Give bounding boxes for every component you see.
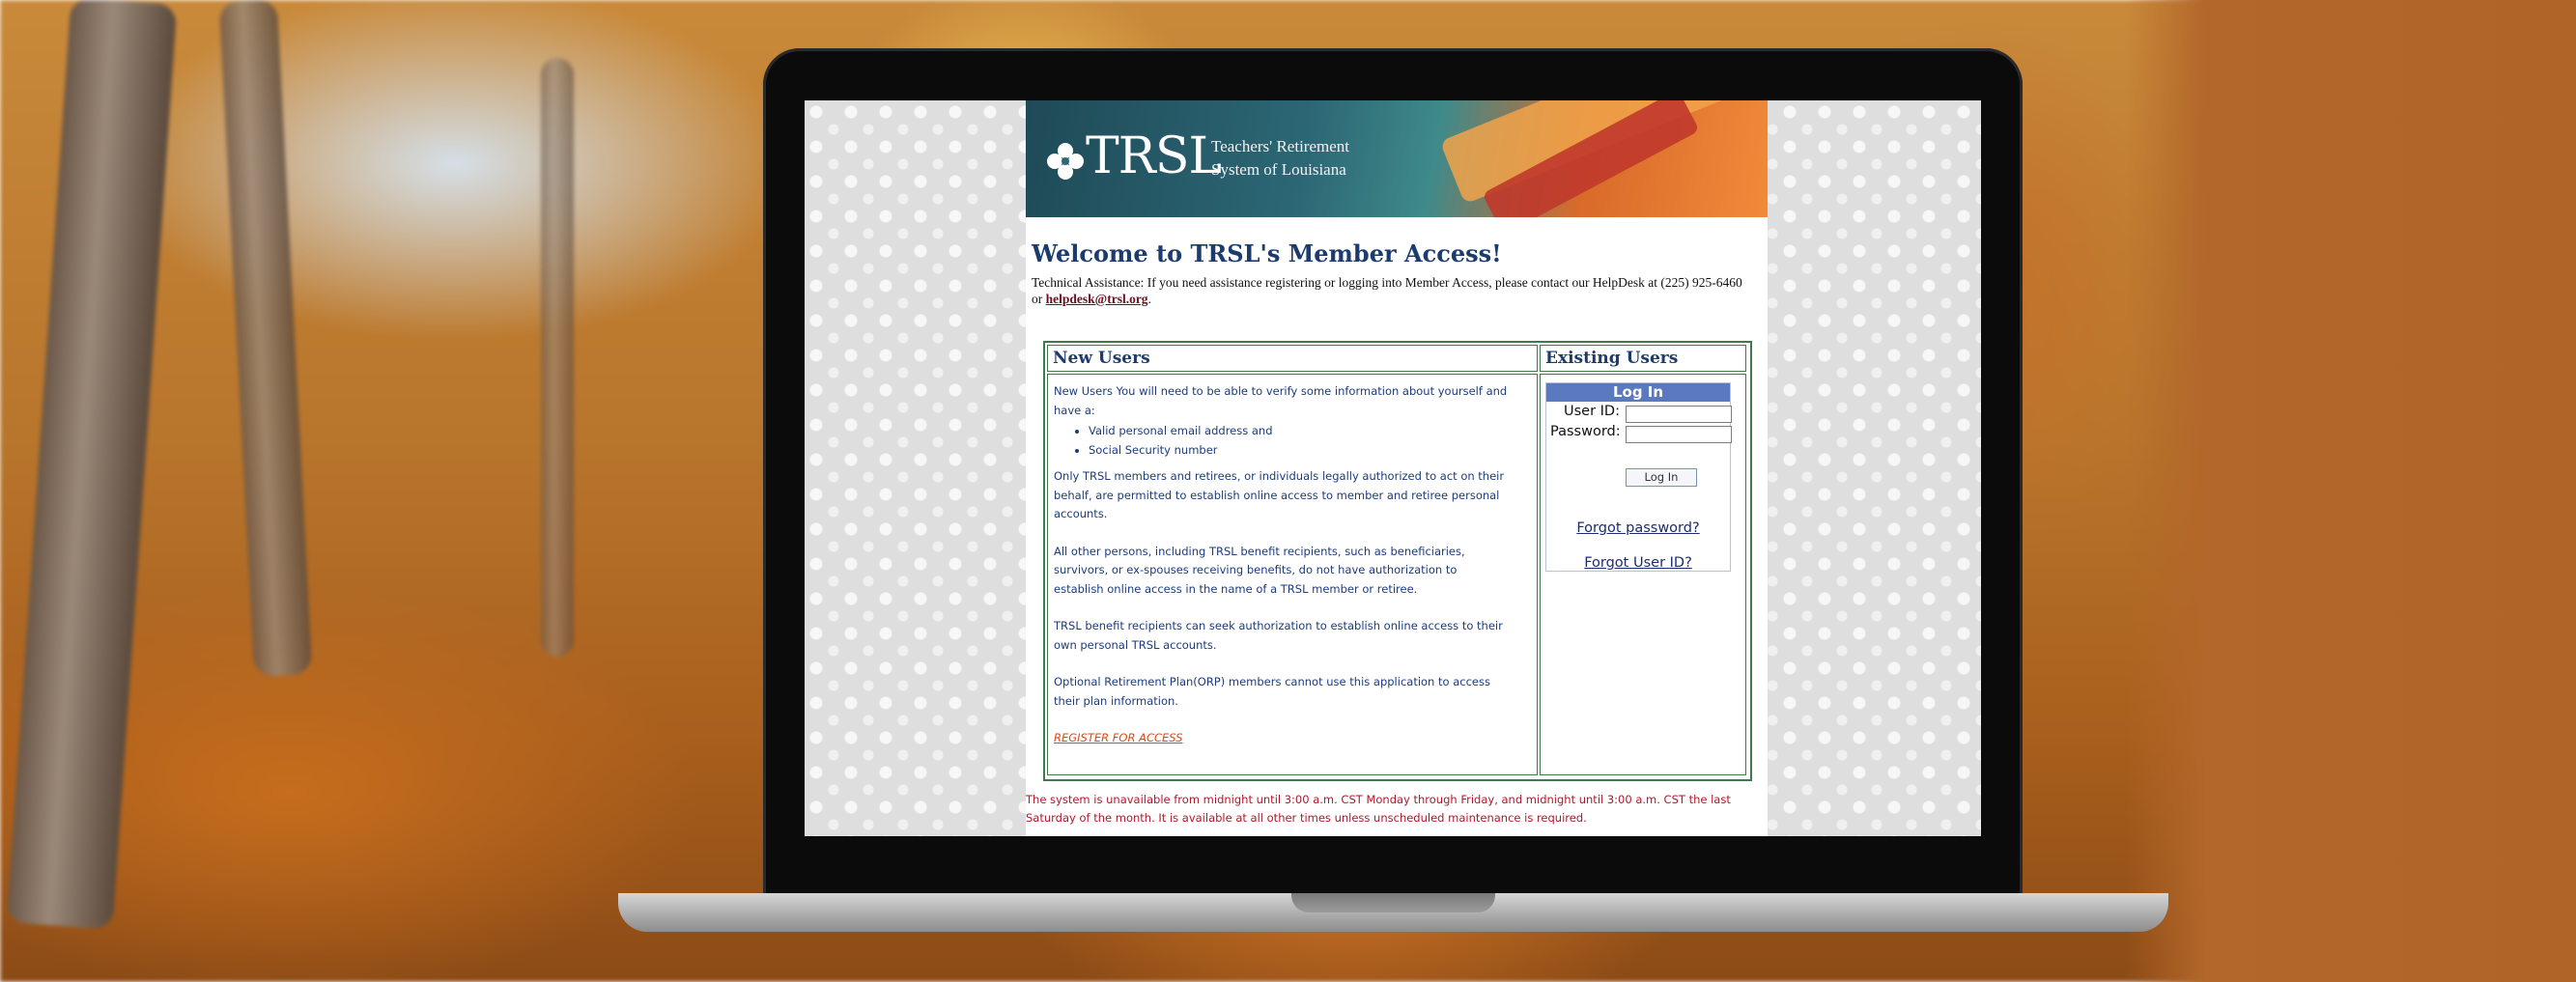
trsl-page: TRSL Teachers' Retirement System of Loui… bbox=[1026, 100, 1768, 836]
requirements-list: Valid personal email address and Social … bbox=[1054, 422, 1508, 460]
new-users-header-cell: New Users bbox=[1047, 345, 1538, 372]
new-users-cell: New Users You will need to be able to ve… bbox=[1047, 374, 1538, 775]
tree-trunk bbox=[6, 0, 178, 930]
other-persons-paragraph: All other persons, including TRSL benefi… bbox=[1054, 544, 1465, 596]
forgot-password-link[interactable]: Forgot password? bbox=[1546, 520, 1730, 536]
orp-paragraph: Optional Retirement Plan(ORP) members ca… bbox=[1054, 675, 1490, 708]
existing-users-cell: Log In User ID: Password: Log In Forgot … bbox=[1540, 374, 1746, 775]
laptop-screen: TRSL Teachers' Retirement System of Loui… bbox=[805, 100, 1981, 836]
header-banner: TRSL Teachers' Retirement System of Loui… bbox=[1026, 100, 1768, 217]
user-id-label: User ID: bbox=[1564, 404, 1620, 419]
trsl-logo-icon bbox=[1047, 143, 1084, 180]
helpdesk-email-link[interactable]: helpdesk@trsl.org bbox=[1046, 292, 1148, 306]
new-users-heading: New Users bbox=[1053, 349, 1150, 368]
new-users-content: New Users You will need to be able to ve… bbox=[1054, 382, 1508, 748]
login-header: Log In bbox=[1546, 383, 1730, 402]
side-panel bbox=[2125, 0, 2576, 982]
login-button[interactable]: Log In bbox=[1626, 468, 1697, 487]
existing-users-header-cell: Existing Users bbox=[1540, 345, 1746, 372]
list-item: Valid personal email address and bbox=[1089, 422, 1508, 441]
tech-assist-end: . bbox=[1147, 292, 1151, 306]
logo-wordmark: TRSL bbox=[1086, 127, 1222, 185]
new-users-intro: New Users You will need to be able to ve… bbox=[1054, 384, 1508, 417]
login-box: Log In User ID: Password: Log In Forgot … bbox=[1545, 382, 1732, 572]
password-input[interactable] bbox=[1626, 426, 1732, 443]
access-table: New Users Existing Users New Users You w… bbox=[1043, 341, 1752, 781]
tree-trunk bbox=[541, 58, 574, 657]
eligibility-paragraph: Only TRSL members and retirees, or indiv… bbox=[1054, 469, 1505, 520]
password-label: Password: bbox=[1550, 424, 1621, 439]
logo-subtitle: Teachers' Retirement System of Louisiana bbox=[1211, 135, 1349, 182]
laptop-notch bbox=[1291, 893, 1495, 912]
logo-subtitle-line1: Teachers' Retirement bbox=[1211, 137, 1349, 155]
maintenance-notice: The system is unavailable from midnight … bbox=[1026, 793, 1731, 825]
list-item: Social Security number bbox=[1089, 441, 1508, 461]
tree-trunk bbox=[218, 0, 313, 678]
register-link[interactable]: REGISTER FOR ACCESS bbox=[1054, 731, 1183, 744]
logo-subtitle-line2: System of Louisiana bbox=[1211, 160, 1346, 179]
existing-users-heading: Existing Users bbox=[1545, 349, 1679, 368]
benefit-recipients-paragraph: TRSL benefit recipients can seek authori… bbox=[1054, 619, 1503, 652]
forgot-user-id-link[interactable]: Forgot User ID? bbox=[1546, 555, 1730, 571]
technical-assistance: Technical Assistance: If you need assist… bbox=[1032, 274, 1746, 307]
page-title: Welcome to TRSL's Member Access! bbox=[1032, 239, 1502, 267]
user-id-input[interactable] bbox=[1626, 406, 1732, 423]
